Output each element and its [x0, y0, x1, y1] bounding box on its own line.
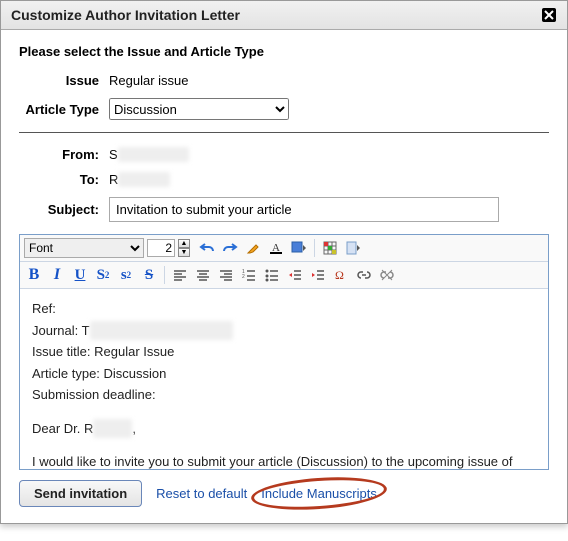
- redo-icon[interactable]: [220, 238, 240, 258]
- body-article-type: Article type: Discussion: [32, 364, 536, 384]
- issue-label: Issue: [19, 73, 109, 88]
- rich-text-editor: Font ▲ ▼ A B I U S2: [19, 234, 549, 470]
- align-left-icon[interactable]: [170, 265, 190, 285]
- instruction-text: Please select the Issue and Article Type: [19, 44, 549, 59]
- to-value: Rxxxxxxxx: [109, 172, 170, 187]
- from-row: From: Sxxxxxxxxxxx: [19, 147, 549, 162]
- editor-body[interactable]: Ref: Journal: Txxxxxxxxxxxxxxxxxxxxxx Is…: [20, 289, 548, 469]
- body-greeting: Dear Dr. Rxxxxxx,: [32, 419, 536, 439]
- undo-icon[interactable]: [197, 238, 217, 258]
- body-issue-title: Issue title: Regular Issue: [32, 342, 536, 362]
- unordered-list-icon[interactable]: [262, 265, 282, 285]
- indent-icon[interactable]: [308, 265, 328, 285]
- to-visible: R: [109, 172, 118, 187]
- strikethrough-icon[interactable]: S: [139, 265, 159, 285]
- issue-row: Issue Regular issue: [19, 73, 549, 88]
- body-deadline: Submission deadline:: [32, 385, 536, 405]
- include-manuscripts-link[interactable]: Include Manuscripts: [261, 486, 377, 501]
- from-value: Sxxxxxxxxxxx: [109, 147, 189, 162]
- dialog-title: Customize Author Invitation Letter: [11, 7, 240, 23]
- align-center-icon[interactable]: [193, 265, 213, 285]
- svg-text:2: 2: [242, 274, 245, 280]
- bold-icon[interactable]: B: [24, 265, 44, 285]
- unlink-icon[interactable]: [377, 265, 397, 285]
- subject-label: Subject:: [19, 202, 109, 217]
- close-icon[interactable]: [541, 7, 557, 23]
- table-icon[interactable]: [320, 238, 340, 258]
- insert-symbol-icon[interactable]: Ω: [331, 265, 351, 285]
- ordered-list-icon[interactable]: 12: [239, 265, 259, 285]
- from-visible: S: [109, 147, 118, 162]
- reset-to-default-link[interactable]: Reset to default: [156, 486, 247, 501]
- greeting-redacted: xxxxxx: [93, 419, 132, 439]
- underline-icon[interactable]: U: [70, 265, 90, 285]
- italic-icon[interactable]: I: [47, 265, 67, 285]
- article-type-select[interactable]: Discussion: [109, 98, 289, 120]
- to-row: To: Rxxxxxxxx: [19, 172, 549, 187]
- highlight-icon[interactable]: [243, 238, 263, 258]
- dialog-body: Please select the Issue and Article Type…: [1, 30, 567, 523]
- font-select[interactable]: Font: [24, 238, 144, 258]
- more-icon[interactable]: [343, 238, 363, 258]
- body-paragraph-1: I would like to invite you to submit you…: [32, 452, 536, 469]
- toolbar-row-1: Font ▲ ▼ A: [20, 235, 548, 262]
- spinner-up-icon[interactable]: ▲: [178, 239, 190, 248]
- superscript-icon[interactable]: s2: [116, 265, 136, 285]
- to-redacted: xxxxxxxx: [118, 172, 170, 187]
- subject-row: Subject:: [19, 197, 549, 222]
- spinner-down-icon[interactable]: ▼: [178, 248, 190, 257]
- svg-text:Ω: Ω: [335, 268, 344, 282]
- body-ref: Ref:: [32, 299, 536, 319]
- toolbar-row-2: B I U S2 s2 S 12 Ω: [20, 262, 548, 289]
- from-redacted: xxxxxxxxxxx: [118, 147, 190, 162]
- to-label: To:: [19, 172, 109, 187]
- subscript-icon[interactable]: S2: [93, 265, 113, 285]
- include-manuscripts-highlight: Include Manuscripts: [261, 486, 377, 501]
- footer: Send invitation Reset to default Include…: [19, 470, 549, 511]
- separator: [19, 132, 549, 133]
- link-icon[interactable]: [354, 265, 374, 285]
- bg-color-icon[interactable]: [289, 238, 309, 258]
- titlebar: Customize Author Invitation Letter: [1, 1, 567, 30]
- journal-redacted: xxxxxxxxxxxxxxxxxxxxxx: [90, 321, 233, 341]
- send-invitation-button[interactable]: Send invitation: [19, 480, 142, 507]
- article-type-row: Article Type Discussion: [19, 98, 549, 120]
- from-label: From:: [19, 147, 109, 162]
- outdent-icon[interactable]: [285, 265, 305, 285]
- subject-input[interactable]: [109, 197, 499, 222]
- font-size-input[interactable]: [147, 239, 175, 257]
- align-right-icon[interactable]: [216, 265, 236, 285]
- toolbar-separator: [314, 239, 315, 257]
- dialog: Customize Author Invitation Letter Pleas…: [0, 0, 568, 524]
- article-type-label: Article Type: [19, 102, 109, 117]
- font-color-icon[interactable]: A: [266, 238, 286, 258]
- toolbar-separator: [164, 266, 165, 284]
- issue-value: Regular issue: [109, 73, 189, 88]
- font-size-spinner[interactable]: ▲ ▼: [178, 239, 190, 257]
- body-journal: Journal: Txxxxxxxxxxxxxxxxxxxxxx: [32, 321, 536, 341]
